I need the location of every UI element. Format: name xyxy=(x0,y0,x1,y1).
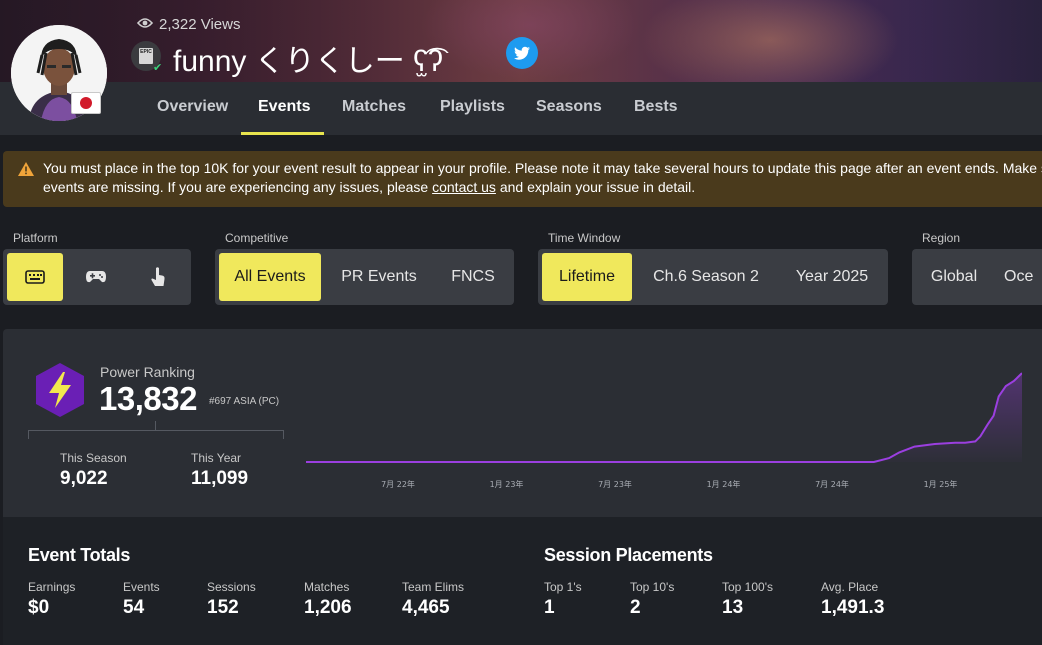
this-season-label: This Season xyxy=(60,451,127,465)
top1-label: Top 1's xyxy=(544,580,582,594)
tab-bests[interactable]: Bests xyxy=(634,82,678,135)
x-tick-label: 1月 23年 xyxy=(490,479,524,489)
competitive-filter: All Events PR Events FNCS xyxy=(215,249,514,305)
top10-label: Top 10's xyxy=(630,580,675,594)
platform-gamepad-button[interactable] xyxy=(68,253,124,301)
regional-rank: #697 ASIA (PC) xyxy=(209,396,280,407)
lightning-hexagon-icon xyxy=(34,362,86,423)
avg-place-label: Avg. Place xyxy=(821,580,879,594)
twitter-icon[interactable] xyxy=(506,37,538,69)
events-label: Events xyxy=(123,580,160,594)
power-ranking-value: 13,832 xyxy=(99,380,197,417)
fncs-button[interactable]: FNCS xyxy=(441,253,505,301)
this-year-label: This Year xyxy=(191,451,242,465)
team-elims-label: Team Elims xyxy=(402,580,465,594)
contact-us-link[interactable]: contact us xyxy=(432,179,496,195)
sessions-value: 152 xyxy=(207,597,239,618)
notice-line-2-end: and explain your issue in detail. xyxy=(495,179,696,195)
platform-filter-label: Platform xyxy=(13,231,58,245)
events-value: 54 xyxy=(123,597,145,618)
notice-line-1: You must place in the top 10K for your e… xyxy=(43,160,1042,176)
pr-events-button[interactable]: PR Events xyxy=(331,253,427,301)
views-label: 2,322 Views xyxy=(159,16,241,33)
epic-games-verified-icon: EPIC ✔ xyxy=(131,41,162,74)
time-window-filter: Lifetime Ch.6 Season 2 Year 2025 xyxy=(538,249,888,305)
ch6-season2-button[interactable]: Ch.6 Season 2 xyxy=(642,253,770,301)
platform-keyboard-button[interactable] xyxy=(7,253,63,301)
this-season-value: 9,022 xyxy=(60,468,108,489)
notice-line-2: events are missing. If you are experienc… xyxy=(43,179,433,195)
x-tick-label: 7月 22年 xyxy=(381,479,415,489)
tab-events[interactable]: Events xyxy=(258,82,310,135)
japan-flag-icon xyxy=(71,92,101,114)
x-tick-label: 7月 24年 xyxy=(815,479,849,489)
x-tick-label: 7月 23年 xyxy=(598,479,632,489)
tab-seasons[interactable]: Seasons xyxy=(536,82,602,135)
top10-value: 2 xyxy=(630,597,641,618)
region-oce-button[interactable]: Oce xyxy=(1004,253,1042,301)
team-elims-value: 4,465 xyxy=(402,597,450,618)
earnings-label: Earnings xyxy=(28,580,76,594)
avg-place-value: 1,491.3 xyxy=(821,597,885,618)
event-totals-title: Event Totals xyxy=(28,545,131,565)
this-year-value: 11,099 xyxy=(191,468,249,489)
x-tick-label: 1月 24年 xyxy=(707,479,741,489)
active-tab-indicator xyxy=(241,132,324,135)
region-global-button[interactable]: Global xyxy=(922,253,986,301)
view-count: 2,322 Views xyxy=(136,16,241,33)
tab-overview[interactable]: Overview xyxy=(157,82,228,135)
competitive-filter-label: Competitive xyxy=(225,231,289,245)
power-ranking-label: Power Ranking xyxy=(100,364,195,380)
player-name: funny くりくしー ʕ̫͡ʔ xyxy=(173,45,444,78)
tab-matches[interactable]: Matches xyxy=(342,82,406,135)
touch-icon xyxy=(149,267,167,286)
lifetime-button[interactable]: Lifetime xyxy=(542,253,632,301)
session-placements-title: Session Placements xyxy=(544,545,713,565)
x-tick-label: 1月 25年 xyxy=(924,479,958,489)
time-window-filter-label: Time Window xyxy=(548,231,621,245)
gamepad-icon xyxy=(85,268,107,285)
platform-touch-button[interactable] xyxy=(130,253,186,301)
chart-area-fill xyxy=(306,373,1022,462)
power-ranking-chart: 7月 22年 1月 23年 7月 23年 1月 24年 7月 24年 1月 25年 xyxy=(306,372,1022,489)
eye-icon xyxy=(136,16,154,33)
matches-label: Matches xyxy=(304,580,350,594)
platform-filter xyxy=(3,249,191,305)
matches-value: 1,206 xyxy=(304,597,352,618)
warning-icon xyxy=(17,161,35,182)
tab-playlists[interactable]: Playlists xyxy=(440,82,505,135)
earnings-value: $0 xyxy=(28,597,50,618)
keyboard-icon xyxy=(25,268,45,285)
event-notice-banner: You must place in the top 10K for your e… xyxy=(3,151,1042,207)
region-filter-label: Region xyxy=(922,231,961,245)
top100-label: Top 100's xyxy=(722,580,773,594)
sessions-label: Sessions xyxy=(207,580,256,594)
top100-value: 13 xyxy=(722,597,744,618)
divider xyxy=(155,421,156,431)
divider xyxy=(28,430,284,439)
all-events-button[interactable]: All Events xyxy=(219,253,321,301)
top1-value: 1 xyxy=(544,597,555,618)
year-2025-button[interactable]: Year 2025 xyxy=(782,253,882,301)
region-filter: Global Oce xyxy=(912,249,1042,305)
